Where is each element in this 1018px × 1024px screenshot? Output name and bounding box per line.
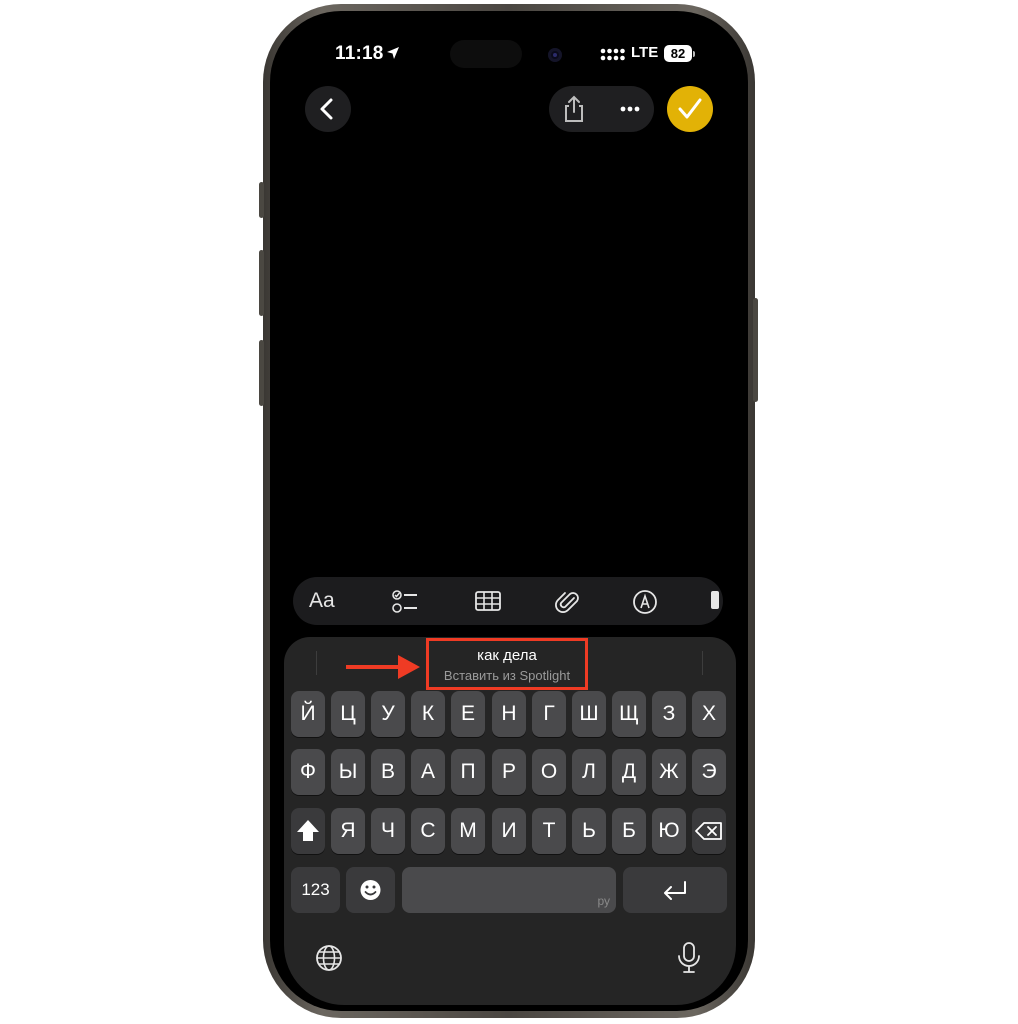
more-tools-icon[interactable]	[711, 591, 719, 609]
battery-indicator: 82	[664, 45, 692, 62]
annotation-arrow-head	[398, 655, 420, 679]
annotation-arrow-line	[346, 665, 402, 669]
text-format-button[interactable]: Aa	[309, 589, 335, 613]
key[interactable]: Я	[331, 808, 365, 854]
action-button	[259, 182, 264, 218]
suggestion-divider	[316, 651, 317, 675]
key[interactable]: Ф	[291, 749, 325, 795]
key[interactable]: Е	[451, 691, 485, 737]
key[interactable]: Ь	[572, 808, 606, 854]
status-time: 11:18	[335, 43, 384, 64]
dynamic-island	[450, 40, 522, 68]
formatting-toolbar: Aa	[293, 577, 723, 625]
key[interactable]: У	[371, 691, 405, 737]
emoji-key[interactable]	[346, 867, 395, 913]
key[interactable]: З	[652, 691, 686, 737]
back-button[interactable]	[305, 86, 351, 132]
key[interactable]: М	[451, 808, 485, 854]
key[interactable]: Р	[492, 749, 526, 795]
suggestion-divider	[702, 651, 703, 675]
key[interactable]: Н	[492, 691, 526, 737]
done-button[interactable]	[667, 86, 713, 132]
front-camera	[548, 48, 562, 62]
key[interactable]: Г	[532, 691, 566, 737]
location-arrow-icon	[387, 47, 399, 59]
microphone-icon[interactable]	[676, 941, 702, 975]
key[interactable]: Й	[291, 691, 325, 737]
more-icon[interactable]	[620, 106, 640, 112]
markup-pen-icon[interactable]	[632, 589, 658, 615]
numbers-key[interactable]: 123	[291, 867, 340, 913]
table-icon[interactable]	[474, 589, 502, 613]
paperclip-icon[interactable]	[555, 589, 581, 615]
volume-up-button	[259, 250, 264, 316]
key[interactable]: А	[411, 749, 445, 795]
key[interactable]: Щ	[612, 691, 646, 737]
key[interactable]: В	[371, 749, 405, 795]
signal-icon	[600, 48, 625, 61]
key[interactable]: П	[451, 749, 485, 795]
globe-icon[interactable]	[314, 943, 344, 973]
key[interactable]: Ш	[572, 691, 606, 737]
delete-key[interactable]	[692, 808, 726, 854]
return-key[interactable]	[623, 867, 727, 913]
key[interactable]: О	[532, 749, 566, 795]
key[interactable]: Т	[532, 808, 566, 854]
emoji-icon	[360, 880, 381, 900]
keyboard-language-hint: ру	[597, 894, 610, 908]
checkmark-icon	[678, 98, 702, 119]
checklist-icon[interactable]	[391, 589, 419, 615]
delete-icon	[695, 822, 722, 840]
key[interactable]: Ц	[331, 691, 365, 737]
key[interactable]: К	[411, 691, 445, 737]
shift-icon	[297, 820, 319, 841]
space-bar[interactable]: ру	[402, 867, 616, 913]
key[interactable]: Л	[572, 749, 606, 795]
power-button	[753, 298, 758, 402]
key[interactable]: Х	[692, 691, 726, 737]
key[interactable]: Ж	[652, 749, 686, 795]
highlight-box	[426, 638, 588, 690]
shift-key[interactable]	[291, 808, 325, 854]
key[interactable]: Э	[692, 749, 726, 795]
return-icon	[664, 881, 686, 900]
network-type: LTE	[631, 44, 659, 61]
key[interactable]: Б	[612, 808, 646, 854]
key[interactable]: Д	[612, 749, 646, 795]
key[interactable]: Ю	[652, 808, 686, 854]
key[interactable]: Ч	[371, 808, 405, 854]
key[interactable]: И	[492, 808, 526, 854]
key[interactable]: Ы	[331, 749, 365, 795]
back-chevron-icon	[320, 98, 333, 120]
volume-down-button	[259, 340, 264, 406]
key[interactable]: С	[411, 808, 445, 854]
share-icon[interactable]	[561, 95, 587, 123]
